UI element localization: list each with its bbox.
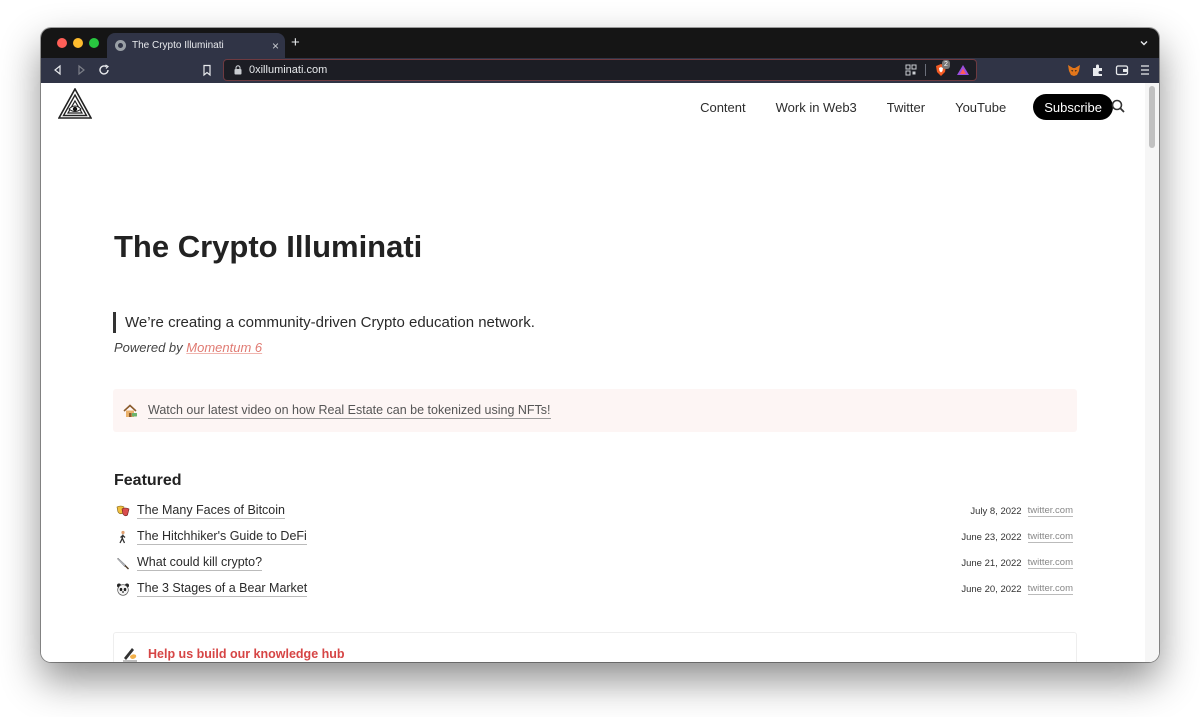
featured-meta: July 8, 2022 twitter.com: [970, 505, 1073, 517]
help-knowledge-hub-link[interactable]: Help us build our knowledge hub: [148, 647, 345, 661]
tab-title: The Crypto Illuminati: [132, 40, 224, 51]
forward-icon[interactable]: [74, 63, 88, 77]
chevron-down-icon[interactable]: [1139, 38, 1149, 48]
address-bar[interactable]: 0xilluminati.com 2: [223, 59, 977, 81]
browser-toolbar: 0xilluminati.com 2: [41, 58, 1159, 83]
minimize-window-button[interactable]: [73, 38, 83, 48]
momentum-6-link[interactable]: Momentum 6: [186, 340, 262, 355]
featured-title[interactable]: The 3 Stages of a Bear Market: [137, 581, 308, 597]
nav-link-work-in-web3[interactable]: Work in Web3: [776, 100, 857, 115]
page-scrollbar[interactable]: [1145, 83, 1159, 662]
url-text: 0xilluminati.com: [249, 64, 328, 76]
extensions-area: [1067, 63, 1151, 77]
back-icon[interactable]: [51, 63, 65, 77]
featured-source-link[interactable]: twitter.com: [1027, 505, 1073, 517]
brave-shields-icon[interactable]: 2: [934, 60, 950, 77]
close-window-button[interactable]: [57, 38, 67, 48]
scrollbar-thumb[interactable]: [1149, 86, 1155, 148]
subscribe-button[interactable]: Subscribe: [1033, 94, 1113, 120]
wallet-icon[interactable]: [1115, 63, 1129, 77]
help-callout: Help us build our knowledge hub: [113, 632, 1077, 662]
illuminati-logo-icon[interactable]: [58, 88, 92, 120]
powered-by-line: Powered by Momentum 6: [114, 340, 262, 355]
house-money-icon: [123, 403, 137, 417]
featured-meta: June 23, 2022 twitter.com: [961, 531, 1073, 543]
address-bar-actions: 2: [905, 60, 970, 77]
nav-link-twitter[interactable]: Twitter: [887, 100, 925, 115]
featured-source-link[interactable]: twitter.com: [1027, 531, 1073, 543]
nav-link-content[interactable]: Content: [700, 100, 746, 115]
powered-by-label: Powered by: [114, 340, 187, 355]
qr-code-icon[interactable]: [905, 64, 917, 76]
maximize-window-button[interactable]: [89, 38, 99, 48]
search-icon[interactable]: [1111, 99, 1125, 113]
separator: [925, 64, 926, 76]
list-item[interactable]: The 3 Stages of a Bear Market June 20, 2…: [113, 576, 1073, 602]
masks-icon: [115, 503, 131, 519]
web-page: Content Work in Web3 Twitter YouTube Sub…: [41, 83, 1159, 662]
list-item[interactable]: What could kill crypto? June 21, 2022 tw…: [113, 550, 1073, 576]
site-favicon-icon: [115, 40, 126, 51]
metamask-fox-icon[interactable]: [1067, 63, 1081, 77]
browser-tab-active[interactable]: The Crypto Illuminati ×: [107, 33, 285, 58]
writing-hand-icon: [123, 648, 137, 662]
featured-heading: Featured: [114, 472, 182, 489]
featured-title[interactable]: The Many Faces of Bitcoin: [137, 503, 285, 519]
page-title: The Crypto Illuminati: [114, 229, 423, 264]
browser-window: The Crypto Illuminati × + 0xilluminati.c: [41, 28, 1159, 662]
knife-icon: [115, 555, 131, 571]
site-navigation: Content Work in Web3 Twitter YouTube Sub…: [670, 94, 1113, 120]
featured-title[interactable]: The Hitchhiker's Guide to DeFi: [137, 529, 307, 545]
video-callout-link[interactable]: Watch our latest video on how Real Estat…: [148, 403, 551, 419]
list-item[interactable]: The Hitchhiker's Guide to DeFi June 23, …: [113, 524, 1073, 550]
featured-date: June 21, 2022: [961, 557, 1022, 569]
featured-title[interactable]: What could kill crypto?: [137, 555, 263, 571]
tab-strip: The Crypto Illuminati × +: [41, 28, 1159, 58]
tagline-quote: We’re creating a community-driven Crypto…: [113, 312, 535, 333]
featured-date: June 23, 2022: [961, 531, 1022, 543]
featured-meta: June 21, 2022 twitter.com: [961, 557, 1073, 569]
lock-icon: [234, 65, 242, 75]
menu-icon[interactable]: [1139, 63, 1151, 77]
featured-list: The Many Faces of Bitcoin July 8, 2022 t…: [113, 498, 1073, 602]
bookmark-icon[interactable]: [200, 63, 214, 77]
puzzle-extensions-icon[interactable]: [1091, 63, 1105, 77]
walking-person-icon: [115, 529, 131, 545]
featured-meta: June 20, 2022 twitter.com: [961, 583, 1073, 595]
featured-source-link[interactable]: twitter.com: [1027, 557, 1073, 569]
reload-icon[interactable]: [97, 63, 111, 77]
shields-count-badge: 2: [942, 60, 950, 69]
featured-date: July 8, 2022: [970, 505, 1022, 517]
video-callout: Watch our latest video on how Real Estat…: [113, 389, 1077, 432]
nav-link-youtube[interactable]: YouTube: [955, 100, 1006, 115]
tagline-text: We’re creating a community-driven Crypto…: [125, 314, 535, 331]
panda-icon: [115, 581, 131, 597]
featured-source-link[interactable]: twitter.com: [1027, 583, 1073, 595]
featured-date: June 20, 2022: [961, 583, 1022, 595]
list-item[interactable]: The Many Faces of Bitcoin July 8, 2022 t…: [113, 498, 1073, 524]
brave-rewards-icon[interactable]: [956, 63, 970, 77]
tab-close-icon[interactable]: ×: [272, 39, 279, 53]
new-tab-button[interactable]: +: [291, 35, 300, 51]
